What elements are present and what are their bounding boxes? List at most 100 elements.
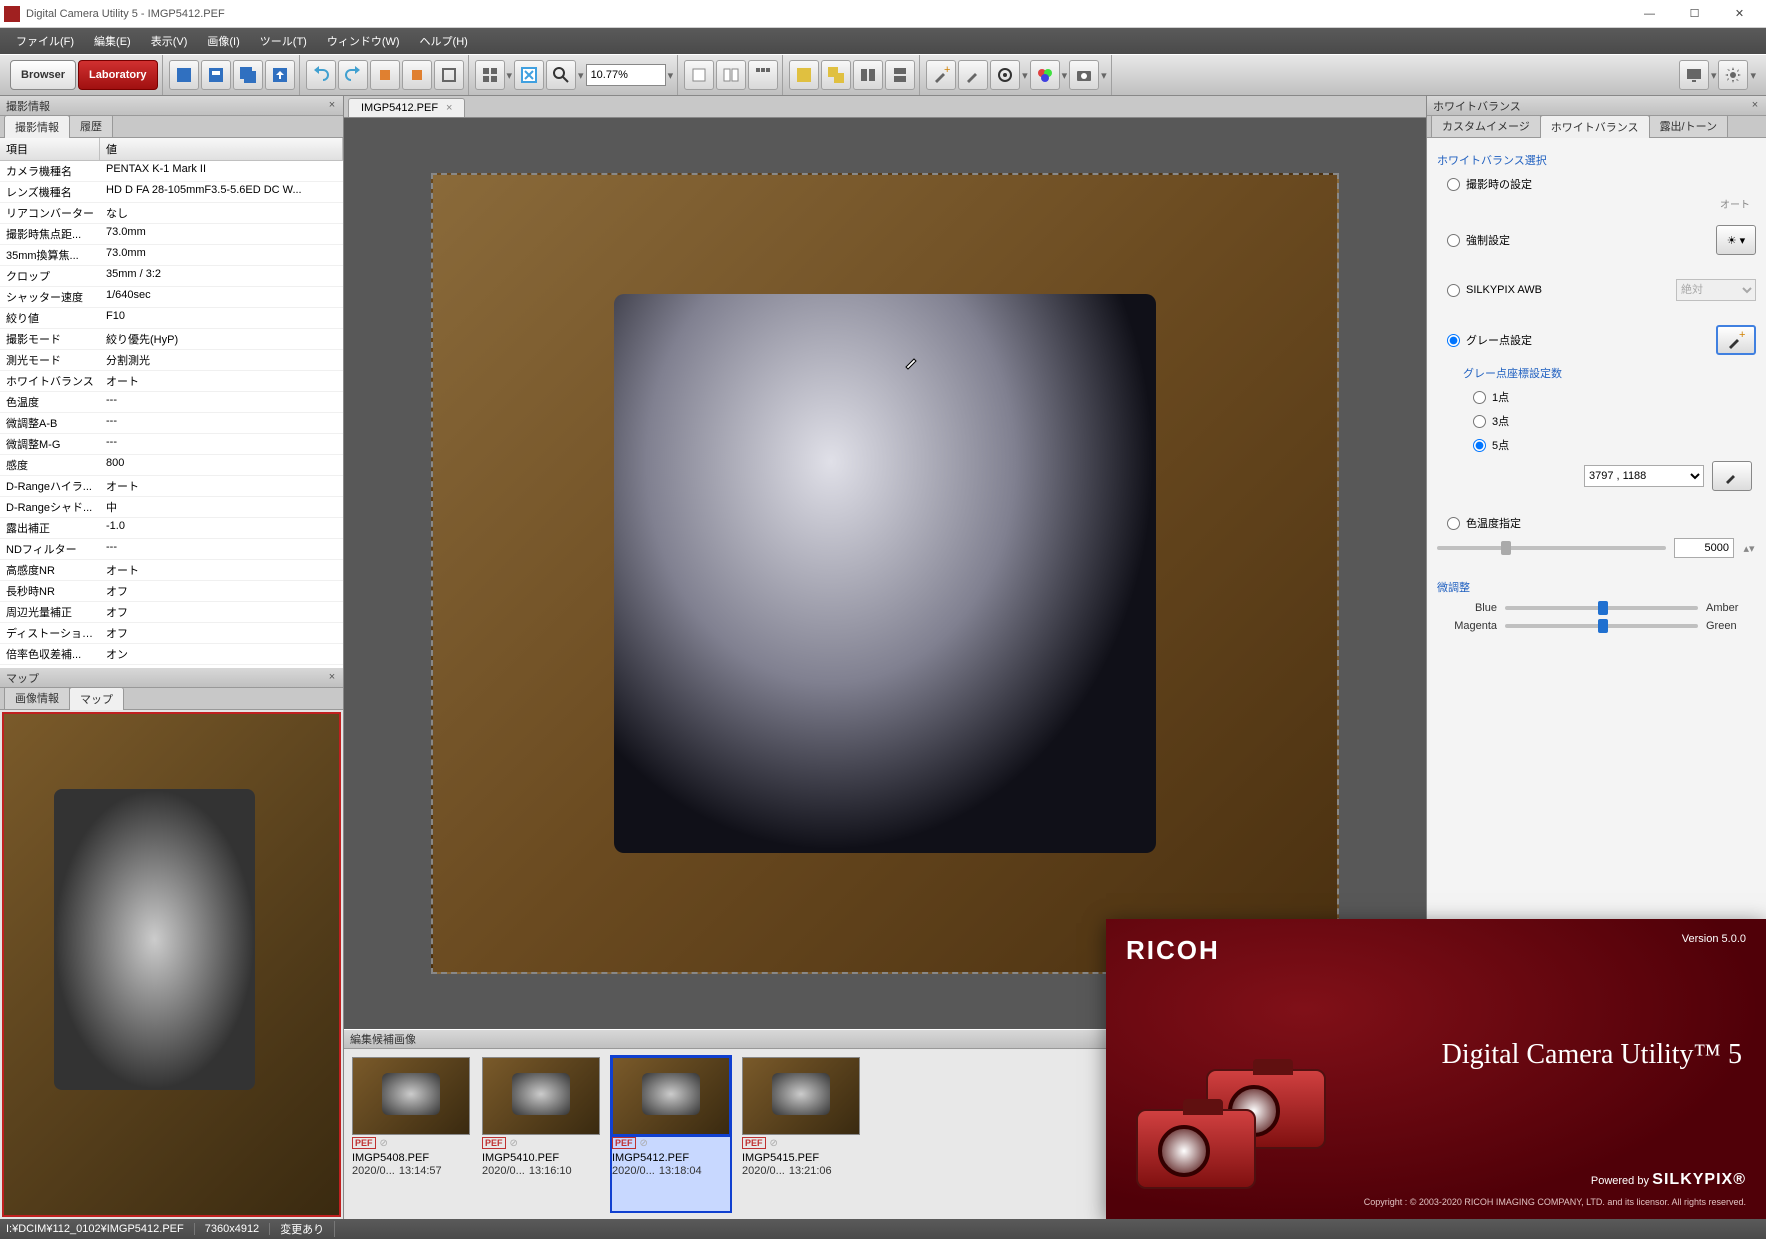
- tab-history[interactable]: 履歴: [69, 114, 113, 137]
- colortemp-slider[interactable]: [1437, 546, 1666, 550]
- close-icon[interactable]: ×: [325, 98, 339, 112]
- info-row: 撮影時焦点距...73.0mm: [0, 224, 343, 245]
- wb-graypoint-label: グレー点設定: [1466, 332, 1532, 348]
- info-value: 1/640sec: [100, 287, 343, 307]
- format-badge: PEF: [352, 1137, 376, 1149]
- wb-graypoint-radio[interactable]: [1447, 334, 1460, 347]
- crop-button[interactable]: [434, 60, 464, 90]
- wb-silkypix-radio[interactable]: [1447, 284, 1460, 297]
- layer-h-button[interactable]: [885, 60, 915, 90]
- warning-view-button[interactable]: [990, 60, 1020, 90]
- single-view-button[interactable]: [684, 60, 714, 90]
- info-value: オフ: [100, 581, 343, 601]
- mode-laboratory-button[interactable]: Laboratory: [78, 60, 157, 90]
- wb-shoot-radio[interactable]: [1447, 178, 1460, 191]
- image-content: [614, 294, 1157, 852]
- tab-map[interactable]: マップ: [69, 687, 124, 710]
- mode-browser-button[interactable]: Browser: [10, 60, 76, 90]
- camera-button[interactable]: [1069, 60, 1099, 90]
- gray-5pt-radio[interactable]: [1473, 439, 1486, 452]
- colortemp-stepper[interactable]: ▴▾: [1742, 542, 1756, 555]
- status-path: I:¥DCIM¥112_0102¥IMGP5412.PEF: [6, 1223, 195, 1235]
- wb-colortemp-label: 色温度指定: [1466, 515, 1521, 531]
- save-as-button[interactable]: [201, 60, 231, 90]
- zoom-input[interactable]: [586, 64, 666, 86]
- gray-3pt-radio[interactable]: [1473, 415, 1486, 428]
- fine-ba-slider[interactable]: [1505, 606, 1698, 610]
- monitor-button[interactable]: [1679, 60, 1709, 90]
- thumbnail[interactable]: PEF⊘IMGP5412.PEF2020/0...13:18:04: [612, 1057, 730, 1211]
- picker-add-button[interactable]: +: [926, 60, 956, 90]
- navigator-map[interactable]: [2, 712, 341, 1217]
- thumbnail[interactable]: PEF⊘IMGP5408.PEF2020/0...13:14:57: [352, 1057, 470, 1211]
- multi-view-button[interactable]: [748, 60, 778, 90]
- color-button[interactable]: [1030, 60, 1060, 90]
- layer1-button[interactable]: [789, 60, 819, 90]
- document-tab[interactable]: IMGP5412.PEF ×: [348, 98, 465, 117]
- gray-1pt-radio[interactable]: [1473, 391, 1486, 404]
- splash-screen[interactable]: RICOH Version 5.0.0 Digital Camera Utili…: [1106, 919, 1766, 1219]
- wb-eyedropper-button[interactable]: [1712, 461, 1752, 491]
- grid-button[interactable]: [475, 60, 505, 90]
- close-icon[interactable]: ×: [1748, 98, 1762, 112]
- layer2-button[interactable]: [821, 60, 851, 90]
- redo-button[interactable]: [338, 60, 368, 90]
- info-value: オート: [100, 371, 343, 391]
- menu-file[interactable]: ファイル(F): [8, 30, 82, 52]
- tab-shooting-info[interactable]: 撮影情報: [4, 115, 70, 138]
- close-icon[interactable]: ×: [325, 670, 339, 684]
- layer-v-button[interactable]: [853, 60, 883, 90]
- fit-button[interactable]: [514, 60, 544, 90]
- wb-force-radio[interactable]: [1447, 234, 1460, 247]
- undo-button[interactable]: [306, 60, 336, 90]
- menu-image[interactable]: 画像(I): [199, 30, 247, 52]
- info-key: 撮影時焦点距...: [0, 224, 100, 244]
- info-key: D-Rangeハイラ...: [0, 476, 100, 496]
- info-value: オート: [100, 560, 343, 580]
- menu-view[interactable]: 表示(V): [143, 30, 196, 52]
- shooting-info-title: 撮影情報: [6, 98, 50, 114]
- menu-window[interactable]: ウィンドウ(W): [319, 30, 408, 52]
- colortemp-value[interactable]: [1674, 538, 1734, 558]
- save-button[interactable]: [169, 60, 199, 90]
- window-title: Digital Camera Utility 5 - IMGP5412.PEF: [26, 8, 1627, 20]
- minimize-button[interactable]: ―: [1627, 0, 1672, 28]
- rotate-ccw-button[interactable]: [370, 60, 400, 90]
- thumbnail[interactable]: PEF⊘IMGP5410.PEF2020/0...13:16:10: [482, 1057, 600, 1211]
- fine-green-label: Green: [1706, 620, 1756, 632]
- menu-edit[interactable]: 編集(E): [86, 30, 139, 52]
- menu-tool[interactable]: ツール(T): [252, 30, 315, 52]
- maximize-button[interactable]: ☐: [1672, 0, 1717, 28]
- export-button[interactable]: [265, 60, 295, 90]
- zoom-tool-button[interactable]: [546, 60, 576, 90]
- thumbnail[interactable]: PEF⊘IMGP5415.PEF2020/0...13:21:06: [742, 1057, 860, 1211]
- tab-exposure-tone[interactable]: 露出/トーン: [1649, 114, 1729, 137]
- info-value: ---: [100, 392, 343, 412]
- rotate-cw-button[interactable]: [402, 60, 432, 90]
- picker-button[interactable]: [958, 60, 988, 90]
- settings-button[interactable]: [1718, 60, 1748, 90]
- tab-image-info[interactable]: 画像情報: [4, 686, 70, 709]
- fine-mg-slider[interactable]: [1505, 624, 1698, 628]
- info-value: PENTAX K-1 Mark II: [100, 161, 343, 181]
- close-tab-icon[interactable]: ×: [446, 102, 452, 114]
- image-viewport[interactable]: [344, 118, 1426, 1029]
- menu-help[interactable]: ヘルプ(H): [412, 30, 476, 52]
- format-badge: PEF: [742, 1137, 766, 1149]
- close-button[interactable]: ✕: [1717, 0, 1762, 28]
- compare-view-button[interactable]: [716, 60, 746, 90]
- info-value: 35mm / 3:2: [100, 266, 343, 286]
- info-key: 露出補正: [0, 518, 100, 538]
- info-value: なし: [100, 203, 343, 223]
- gray-1pt-label: 1点: [1492, 389, 1509, 405]
- tab-white-balance[interactable]: ホワイトバランス: [1540, 115, 1650, 138]
- save-all-button[interactable]: [233, 60, 263, 90]
- wb-silkypix-combo[interactable]: 絶対: [1676, 279, 1756, 301]
- splash-camera-icon: [1136, 1109, 1256, 1189]
- wb-preset-button[interactable]: ☀ ▾: [1716, 225, 1756, 255]
- tab-custom-image[interactable]: カスタムイメージ: [1431, 114, 1541, 137]
- wb-colortemp-radio[interactable]: [1447, 517, 1460, 530]
- gray-coord-select[interactable]: 3797 , 1188: [1584, 465, 1704, 487]
- wb-eyedropper-add-button[interactable]: +: [1716, 325, 1756, 355]
- lock-icon: ⊘: [510, 1138, 518, 1149]
